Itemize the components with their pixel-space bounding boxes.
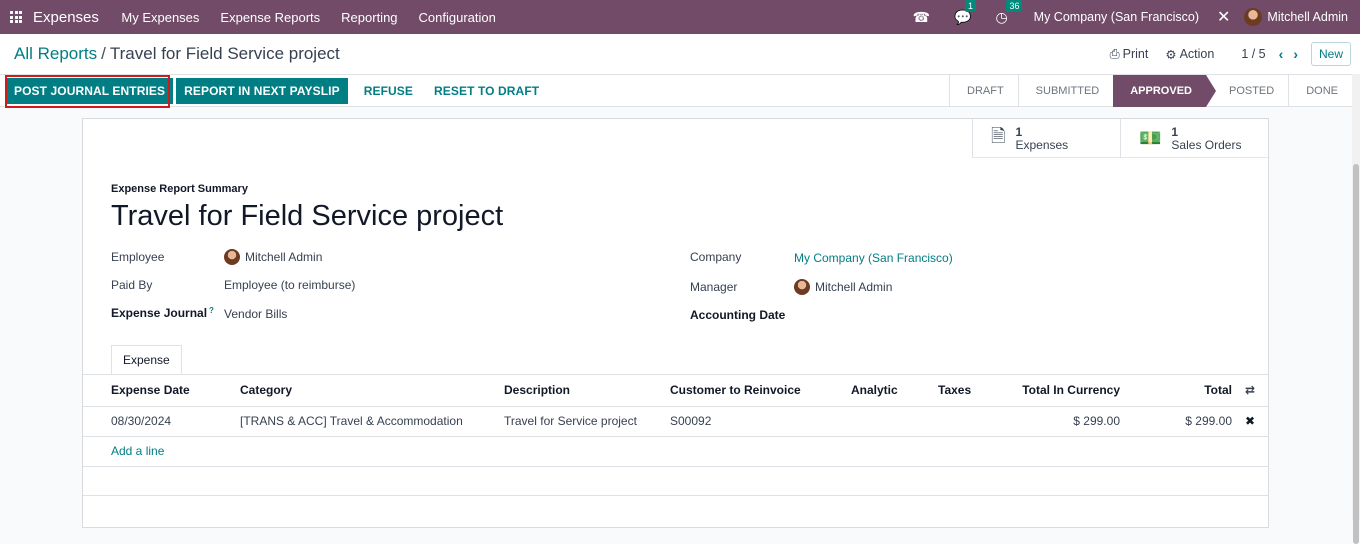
pager-value[interactable]: 1 / 5 (1241, 47, 1265, 61)
post-journal-entries-button[interactable]: POST JOURNAL ENTRIES (6, 78, 174, 104)
stage-submitted[interactable]: SUBMITTED (1017, 75, 1114, 107)
app-brand[interactable]: Expenses (33, 9, 99, 26)
debug-tools-icon[interactable]: ✕ (1217, 7, 1230, 27)
phone-icon[interactable]: ☎ (913, 9, 930, 26)
smart-button-box: 🗎 1 Expenses 💵 1 Sales Orders (972, 119, 1268, 158)
employee-field[interactable]: Mitchell Admin (224, 249, 322, 265)
apps-menu-icon[interactable] (10, 11, 22, 23)
col-expense-date[interactable]: Expense Date (83, 375, 240, 407)
sales-orders-label: Sales Orders (1171, 137, 1242, 152)
col-customer-reinvoice[interactable]: Customer to Reinvoice (670, 375, 851, 407)
empty-row (83, 466, 1268, 496)
cell-taxes[interactable] (938, 406, 990, 437)
print-icon: ⎙ (1109, 46, 1120, 61)
expenses-smart-button[interactable]: 🗎 1 Expenses (972, 119, 1120, 158)
col-taxes[interactable]: Taxes (938, 375, 990, 407)
manager-field[interactable]: Mitchell Admin (794, 279, 892, 295)
menu-my-expenses[interactable]: My Expenses (111, 10, 210, 25)
accounting-date-label: Accounting Date (690, 308, 786, 322)
expense-lines-table: Expense Date Category Description Custom… (83, 375, 1268, 496)
expenses-count: 1 (1015, 124, 1023, 139)
avatar (794, 279, 810, 295)
help-tooltip-icon[interactable]: ? (209, 306, 214, 315)
reset-to-draft-button[interactable]: RESET TO DRAFT (426, 78, 547, 104)
scrollbar-thumb[interactable] (1353, 164, 1359, 544)
add-line-link[interactable]: Add a line (111, 444, 164, 458)
col-category[interactable]: Category (240, 375, 504, 407)
messages-badge: 1 (965, 0, 977, 12)
company-field[interactable]: My Company (San Francisco) (794, 251, 953, 265)
cell-expense-date[interactable]: 08/30/2024 (83, 406, 240, 437)
tab-expense[interactable]: Expense (111, 345, 182, 375)
cell-total-in-currency[interactable]: $ 299.00 (990, 406, 1120, 437)
form-sheet: 🗎 1 Expenses 💵 1 Sales Orders Expense Repo… (82, 118, 1269, 528)
delete-row-icon[interactable]: ✖ (1245, 414, 1255, 428)
messages-icon[interactable]: 💬 1 (954, 0, 977, 26)
scrollbar[interactable] (1352, 74, 1360, 544)
stage-draft[interactable]: DRAFT (949, 75, 1018, 107)
money-icon: 💵 (1139, 128, 1162, 148)
paid-by-label: Paid By (111, 278, 153, 292)
report-next-payslip-button[interactable]: REPORT IN NEXT PAYSLIP (176, 78, 348, 104)
notebook-tabs: Expense (111, 345, 182, 375)
activities-badge: 36 (1006, 0, 1023, 12)
sales-orders-count: 1 (1171, 124, 1179, 139)
col-total-in-currency[interactable]: Total In Currency (990, 375, 1120, 407)
user-menu[interactable]: Mitchell Admin (1267, 10, 1348, 24)
expenses-label: Expenses (1015, 137, 1069, 152)
stage-approved[interactable]: APPROVED (1113, 75, 1216, 107)
breadcrumb: All Reports / Travel for Field Service pro… (14, 44, 340, 64)
expense-journal-label: Expense Journal? (111, 306, 214, 320)
breadcrumb-all-reports[interactable]: All Reports (14, 44, 97, 63)
chevron-left-icon[interactable]: ‹ (1279, 46, 1284, 62)
accounting-date-field[interactable] (794, 308, 1094, 324)
form-subtitle: Expense Report Summary (111, 183, 248, 195)
report-title[interactable]: Travel for Field Service project (111, 200, 503, 233)
document-icon: 🗎 (991, 125, 1006, 146)
user-avatar[interactable] (1244, 8, 1263, 26)
expense-journal-field[interactable]: Vendor Bills (224, 307, 287, 321)
col-description[interactable]: Description (504, 375, 670, 407)
menu-reporting[interactable]: Reporting (331, 10, 408, 25)
column-settings-icon[interactable]: ⇄ (1232, 375, 1268, 407)
stage-done[interactable]: DONE (1288, 75, 1352, 107)
col-total[interactable]: Total (1120, 375, 1232, 407)
table-row[interactable]: 08/30/2024 [TRANS & ACC] Travel & Accomm… (83, 406, 1268, 437)
breadcrumb-separator: / (101, 44, 106, 63)
paid-by-field[interactable]: Employee (to reimburse) (224, 278, 355, 292)
cell-total[interactable]: $ 299.00 (1120, 406, 1232, 437)
action-button[interactable]: ⚙ Action (1165, 47, 1214, 62)
stage-posted[interactable]: POSTED (1205, 75, 1288, 107)
add-line-row: Add a line (83, 436, 1268, 467)
stage-pipeline: DRAFT SUBMITTED APPROVED POSTED DONE (949, 75, 1352, 107)
employee-label: Employee (111, 250, 165, 264)
col-analytic[interactable]: Analytic (851, 375, 938, 407)
company-label: Company (690, 250, 742, 264)
cell-analytic[interactable] (851, 406, 938, 437)
cell-category[interactable]: [TRANS & ACC] Travel & Accommodation (240, 406, 504, 437)
manager-label: Manager (690, 280, 738, 294)
status-bar: POST JOURNAL ENTRIES REPORT IN NEXT PAYS… (0, 74, 1352, 108)
print-button[interactable]: ⎙ Print (1110, 47, 1149, 62)
menu-expense-reports[interactable]: Expense Reports (210, 10, 331, 25)
cell-customer[interactable]: S00092 (670, 406, 851, 437)
chevron-right-icon[interactable]: › (1293, 46, 1298, 62)
table-header-row: Expense Date Category Description Custom… (83, 375, 1268, 407)
breadcrumb-current: Travel for Field Service project (109, 44, 340, 63)
cell-description[interactable]: Travel for Service project (504, 406, 670, 437)
control-panel: All Reports / Travel for Field Service pro… (0, 34, 1360, 74)
top-navbar: Expenses My Expenses Expense Reports Rep… (0, 0, 1360, 34)
refuse-button[interactable]: REFUSE (356, 78, 421, 104)
company-switcher[interactable]: My Company (San Francisco) (1034, 10, 1199, 24)
new-button[interactable]: New (1310, 42, 1351, 66)
gear-icon: ⚙ (1165, 47, 1177, 62)
activities-icon[interactable]: ◷ 36 (995, 0, 1023, 26)
avatar (224, 249, 240, 265)
menu-configuration[interactable]: Configuration (408, 10, 506, 25)
sales-orders-smart-button[interactable]: 💵 1 Sales Orders (1120, 119, 1268, 158)
